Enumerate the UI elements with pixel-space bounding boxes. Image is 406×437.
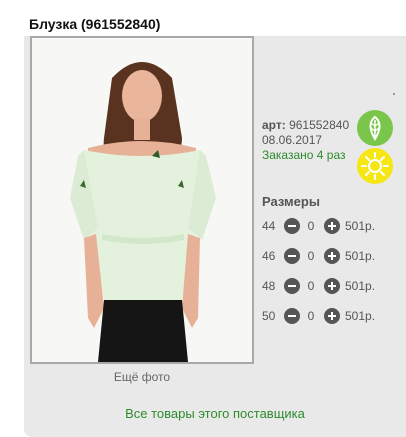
art-line: арт: 961552840 (262, 118, 349, 133)
product-title-bar: Блузка (961552840) (24, 0, 406, 38)
decrease-button[interactable] (284, 278, 300, 294)
sun-icon (357, 148, 393, 184)
decrease-button[interactable] (284, 248, 300, 264)
size-row-44: 44 0 501р. (262, 216, 375, 236)
more-photos-link[interactable]: Ещё фото (30, 370, 254, 384)
product-date: 08.06.2017 (262, 133, 323, 147)
decrease-button[interactable] (284, 308, 300, 324)
size-value: 46 (262, 249, 276, 263)
sizes-heading: Размеры (262, 194, 320, 209)
quantity-value: 0 (307, 309, 315, 323)
size-row-48: 48 0 501р. (262, 276, 375, 296)
increase-button[interactable] (324, 308, 340, 324)
product-photo-image (32, 38, 252, 362)
size-price: 501р. (345, 279, 376, 293)
size-value: 48 (262, 279, 276, 293)
decrease-button[interactable] (284, 218, 300, 234)
size-price: 501р. (345, 249, 376, 263)
increase-button[interactable] (324, 248, 340, 264)
quantity-value: 0 (307, 249, 315, 263)
ordered-count: Заказано 4 раз (262, 148, 346, 162)
size-value: 44 (262, 219, 276, 233)
increase-button[interactable] (324, 278, 340, 294)
supplier-products-link[interactable]: Все товары этого поставщика (24, 406, 406, 421)
size-row-46: 46 0 501р. (262, 246, 375, 266)
size-row-50: 50 0 501р. (262, 306, 375, 326)
quantity-value: 0 (307, 279, 315, 293)
art-label: арт: (262, 118, 286, 132)
product-title: Блузка (961552840) (29, 16, 161, 32)
product-photo[interactable] (30, 36, 254, 364)
increase-button[interactable] (324, 218, 340, 234)
size-price: 501р. (345, 309, 376, 323)
size-value: 50 (262, 309, 276, 323)
quantity-value: 0 (307, 219, 315, 233)
leaf-icon (357, 110, 393, 146)
separator-dot (393, 93, 395, 95)
product-info: арт: 961552840 08.06.2017 Заказано 4 раз (262, 118, 349, 163)
art-number: 961552840 (289, 118, 350, 132)
size-price: 501р. (345, 219, 376, 233)
